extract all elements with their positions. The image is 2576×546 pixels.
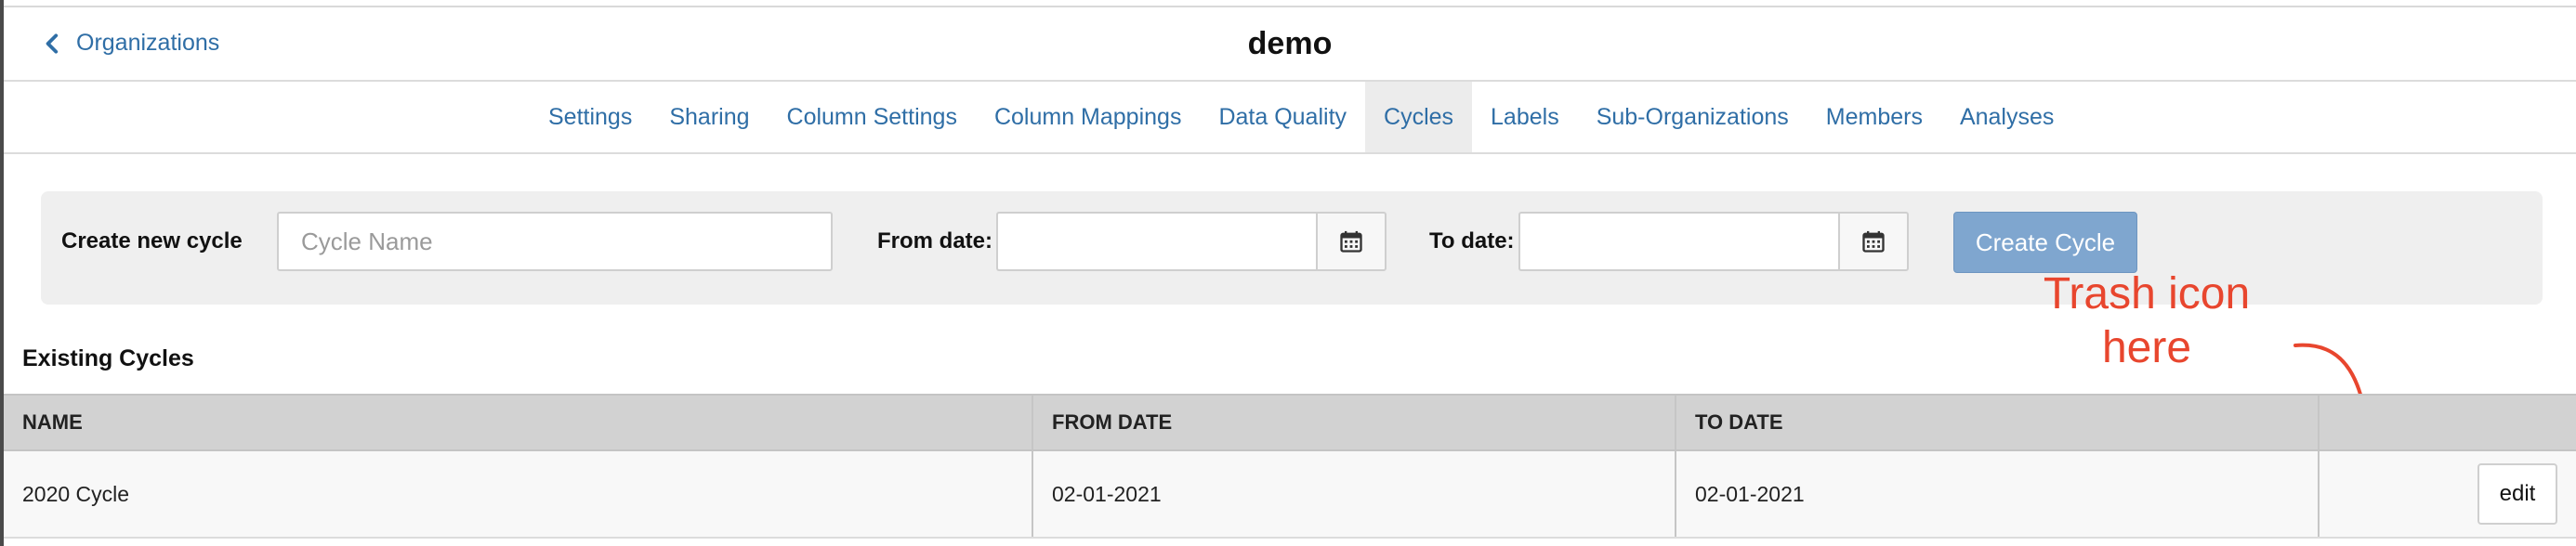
- cycle-name-cell: 2020 Cycle: [4, 451, 1033, 537]
- cycle-name-input[interactable]: [277, 212, 833, 271]
- column-header-actions: [2320, 396, 2576, 449]
- top-divider: [4, 0, 2576, 7]
- from-date-input[interactable]: [996, 212, 1316, 271]
- tab-settings[interactable]: Settings: [530, 82, 651, 152]
- annotation-text: Trash icon here: [2043, 269, 2251, 372]
- tab-column-mappings[interactable]: Column Mappings: [976, 82, 1201, 152]
- to-date-picker: [1518, 212, 1909, 271]
- table-row: 2020 Cycle 02-01-2021 02-01-2021 edit: [4, 451, 2576, 539]
- cycles-table: NAME FROM DATE TO DATE 2020 Cycle 02-01-…: [4, 394, 2576, 539]
- tab-analyses[interactable]: Analyses: [1941, 82, 2072, 152]
- cycle-to-date-cell: 02-01-2021: [1676, 451, 2320, 537]
- column-header-to-date[interactable]: TO DATE: [1676, 396, 2320, 449]
- page-title: demo: [1247, 26, 1333, 61]
- tab-column-settings[interactable]: Column Settings: [769, 82, 976, 152]
- tab-sub-organizations[interactable]: Sub-Organizations: [1578, 82, 1807, 152]
- column-header-name[interactable]: NAME: [4, 396, 1033, 449]
- tab-list: Settings Sharing Column Settings Column …: [530, 82, 2072, 152]
- page-header: Organizations demo: [4, 7, 2576, 82]
- org-tab-bar: Settings Sharing Column Settings Column …: [4, 82, 2576, 154]
- cycle-actions-cell: edit: [2320, 451, 2576, 537]
- column-header-from-date[interactable]: FROM DATE: [1033, 396, 1676, 449]
- from-date-calendar-button[interactable]: [1316, 212, 1387, 271]
- edit-cycle-button[interactable]: edit: [2477, 463, 2557, 525]
- table-header-row: NAME FROM DATE TO DATE: [4, 394, 2576, 451]
- create-cycle-label: Create new cycle: [61, 228, 243, 254]
- to-date-calendar-button[interactable]: [1838, 212, 1909, 271]
- tab-cycles[interactable]: Cycles: [1365, 82, 1473, 152]
- tab-data-quality[interactable]: Data Quality: [1200, 82, 1365, 152]
- from-date-picker: [996, 212, 1387, 271]
- tab-labels[interactable]: Labels: [1472, 82, 1578, 152]
- existing-cycles-heading: Existing Cycles: [22, 345, 194, 371]
- cycle-from-date-cell: 02-01-2021: [1033, 451, 1676, 537]
- calendar-icon: [1340, 230, 1362, 253]
- to-date-input[interactable]: [1518, 212, 1838, 271]
- create-cycle-button[interactable]: Create Cycle: [1953, 212, 2137, 273]
- tab-sharing[interactable]: Sharing: [651, 82, 768, 152]
- to-date-label: To date:: [1429, 228, 1515, 254]
- from-date-label: From date:: [877, 228, 993, 254]
- calendar-icon: [1862, 230, 1885, 253]
- tab-members[interactable]: Members: [1807, 82, 1941, 152]
